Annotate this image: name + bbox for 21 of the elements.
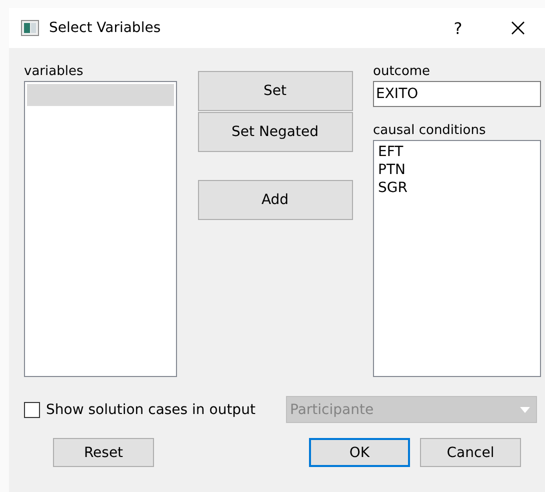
outcome-label: outcome xyxy=(373,64,432,81)
action-button[interactable]: Set Negated xyxy=(198,112,352,152)
help-button[interactable]: ? xyxy=(443,13,473,43)
dialog-button[interactable]: OK xyxy=(309,438,410,467)
dialog-button[interactable]: Reset xyxy=(53,438,154,467)
close-icon xyxy=(511,21,525,35)
action-button[interactable]: Set xyxy=(198,71,352,111)
window-title: Select Variables xyxy=(49,20,162,36)
list-item[interactable]: EFT xyxy=(376,143,538,161)
dropdown-arrow-icon xyxy=(520,406,530,412)
list-item[interactable]: SGR xyxy=(376,179,538,197)
variables-label: variables xyxy=(24,64,84,81)
causal-conditions-list[interactable]: EFT PTN SGR xyxy=(373,140,541,377)
checkbox-label: Show solution cases in output xyxy=(46,402,256,418)
action-button[interactable]: Add xyxy=(198,180,352,220)
dialog-button[interactable]: Cancel xyxy=(420,438,521,467)
causal-conditions-label: causal conditions xyxy=(373,123,487,140)
outcome-field[interactable]: EXITO xyxy=(373,81,541,107)
checkbox[interactable] xyxy=(24,402,40,418)
app-icon xyxy=(21,20,39,36)
list-item[interactable]: PTN xyxy=(376,161,538,179)
